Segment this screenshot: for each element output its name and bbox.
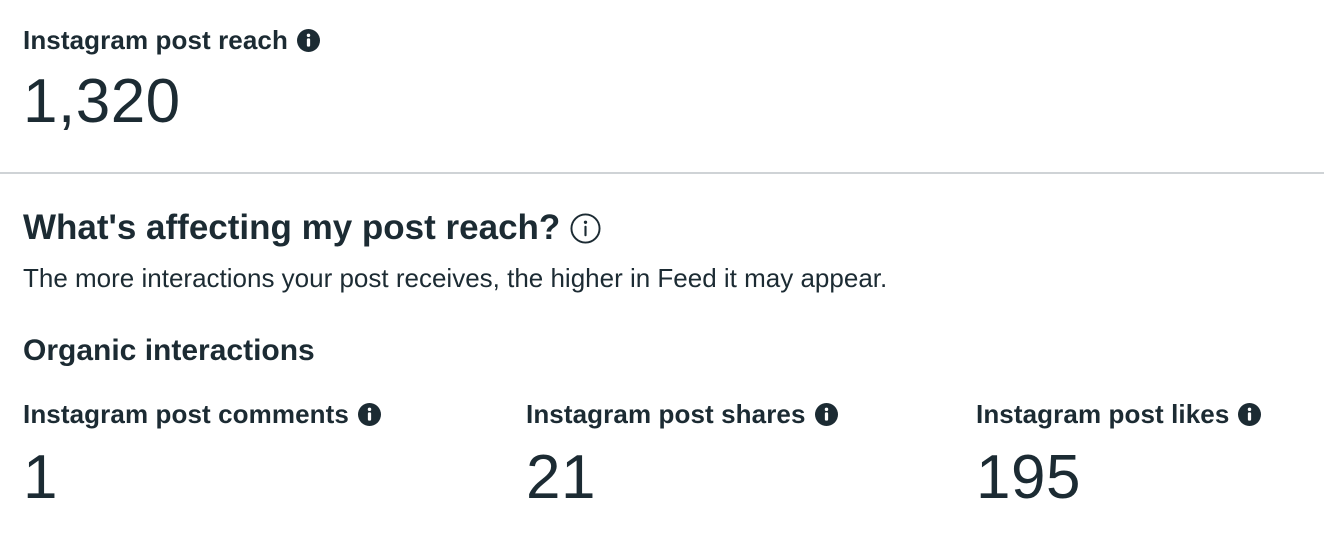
shares-label: Instagram post shares — [526, 399, 806, 429]
info-icon[interactable] — [1238, 402, 1262, 426]
info-icon[interactable] — [296, 28, 320, 52]
comments-label-row: Instagram post comments — [23, 396, 381, 432]
organic-interactions-heading: Organic interactions — [23, 334, 315, 367]
section-divider — [0, 172, 1324, 174]
likes-label-row: Instagram post likes — [976, 396, 1262, 432]
likes-value: 195 — [976, 443, 1081, 512]
comments-metric: Instagram post comments 1 — [23, 396, 381, 513]
info-icon[interactable] — [814, 402, 838, 426]
shares-label-row: Instagram post shares — [526, 396, 838, 432]
shares-value: 21 — [526, 443, 596, 512]
post-reach-label-row: Instagram post reach — [23, 22, 320, 58]
likes-metric: Instagram post likes 195 — [976, 396, 1262, 513]
comments-label: Instagram post comments — [23, 399, 349, 429]
affecting-reach-title: What's affecting my post reach? — [23, 208, 561, 247]
shares-metric: Instagram post shares 21 — [526, 396, 838, 513]
comments-value: 1 — [23, 443, 58, 512]
post-reach-label: Instagram post reach — [23, 25, 288, 55]
info-icon[interactable] — [357, 402, 381, 426]
affecting-reach-title-row: What's affecting my post reach? — [23, 206, 601, 250]
post-reach-value: 1,320 — [23, 67, 181, 136]
info-outline-icon[interactable] — [570, 212, 601, 244]
likes-label: Instagram post likes — [976, 399, 1230, 429]
post-reach-metric: Instagram post reach 1,320 — [23, 22, 320, 137]
affecting-reach-description: The more interactions your post receives… — [23, 263, 888, 293]
